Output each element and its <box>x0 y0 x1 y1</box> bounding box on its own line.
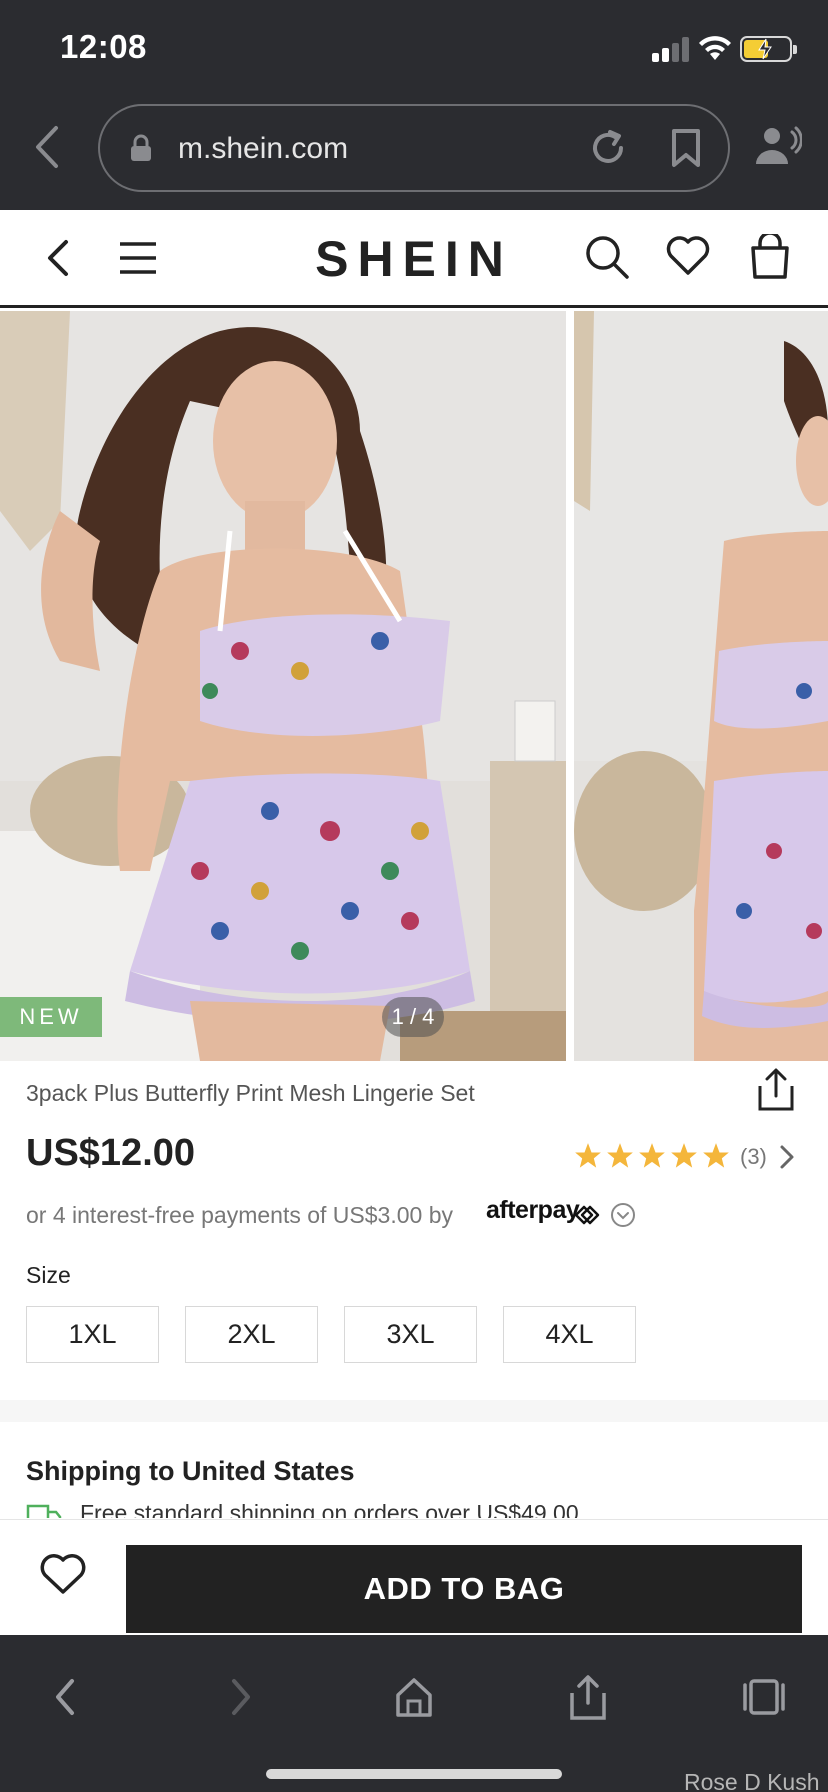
image-counter: 1 / 4 <box>382 997 444 1037</box>
new-badge: NEW <box>0 997 102 1037</box>
bag-icon[interactable] <box>748 234 792 280</box>
shipping-title: Shipping to United States <box>26 1456 355 1486</box>
info-chevron-icon[interactable] <box>610 1202 636 1228</box>
search-icon[interactable] <box>584 234 630 280</box>
cellular-signal-icon <box>652 36 692 62</box>
url-text: m.shein.com <box>178 132 349 165</box>
wishlist-heart-icon[interactable] <box>40 1554 86 1596</box>
size-label: Size <box>26 1262 71 1288</box>
lock-icon <box>131 134 151 161</box>
browser-toolbar: Rose D Kush <box>0 1635 828 1792</box>
browser-back-icon[interactable] <box>50 1675 80 1719</box>
size-option-1xl[interactable]: 1XL <box>26 1306 159 1363</box>
browser-address-bar: m.shein.com <box>0 100 828 210</box>
share-icon[interactable] <box>756 1068 796 1112</box>
add-to-bag-button[interactable]: ADD TO BAG <box>126 1545 802 1633</box>
wifi-icon <box>699 36 731 60</box>
status-bar: 12:08 <box>0 0 828 100</box>
reload-icon[interactable] <box>588 128 628 168</box>
rating-stars[interactable] <box>574 1142 730 1170</box>
bookmark-icon[interactable] <box>670 128 702 168</box>
watermark: Rose D Kush <box>684 1769 820 1792</box>
browser-back-icon[interactable] <box>32 122 62 172</box>
size-option-2xl[interactable]: 2XL <box>185 1306 318 1363</box>
browser-forward-icon[interactable] <box>226 1675 256 1719</box>
size-option-3xl[interactable]: 3XL <box>344 1306 477 1363</box>
star-icon <box>703 1143 729 1168</box>
home-icon[interactable] <box>394 1675 434 1719</box>
afterpay-arrows-icon <box>574 1205 600 1225</box>
battery-icon <box>740 36 797 62</box>
afterpay-logo: afterpay <box>486 1196 580 1224</box>
size-option-4xl[interactable]: 4XL <box>503 1306 636 1363</box>
product-price: US$12.00 <box>26 1132 196 1174</box>
product-photo[interactable] <box>0 311 566 1061</box>
product-title: 3pack Plus Butterfly Print Mesh Lingerie… <box>26 1080 475 1106</box>
truck-icon <box>26 1504 62 1518</box>
bottom-action-bar: ADD TO BAG <box>0 1519 828 1635</box>
web-page: SHEIN NEW 1 / 4 3pack Plus Butterfly Pri… <box>0 210 828 1635</box>
shipping-text: Free standard shipping on orders over US… <box>80 1500 579 1518</box>
star-icon <box>671 1143 697 1168</box>
home-indicator[interactable] <box>266 1769 562 1779</box>
star-icon <box>575 1143 601 1168</box>
size-options: 1XL 2XL 3XL 4XL <box>26 1306 636 1363</box>
site-header: SHEIN <box>0 210 828 308</box>
reader-icon[interactable] <box>754 124 802 168</box>
tabs-icon[interactable] <box>742 1675 786 1719</box>
status-time: 12:08 <box>60 28 147 65</box>
url-field[interactable]: m.shein.com <box>98 104 730 192</box>
review-count[interactable]: (3) <box>740 1144 767 1170</box>
product-photo-next[interactable] <box>574 311 828 1061</box>
chevron-right-icon[interactable] <box>778 1144 796 1170</box>
star-icon <box>639 1143 665 1168</box>
share-icon[interactable] <box>568 1675 608 1721</box>
heart-icon[interactable] <box>666 236 710 276</box>
section-divider <box>0 1400 828 1422</box>
star-icon <box>607 1143 633 1168</box>
shipping-info[interactable]: Free standard shipping on orders over US… <box>26 1500 826 1518</box>
afterpay-installments: or 4 interest-free payments of US$3.00 b… <box>26 1202 453 1228</box>
product-image-carousel[interactable]: NEW 1 / 4 <box>0 311 828 1061</box>
